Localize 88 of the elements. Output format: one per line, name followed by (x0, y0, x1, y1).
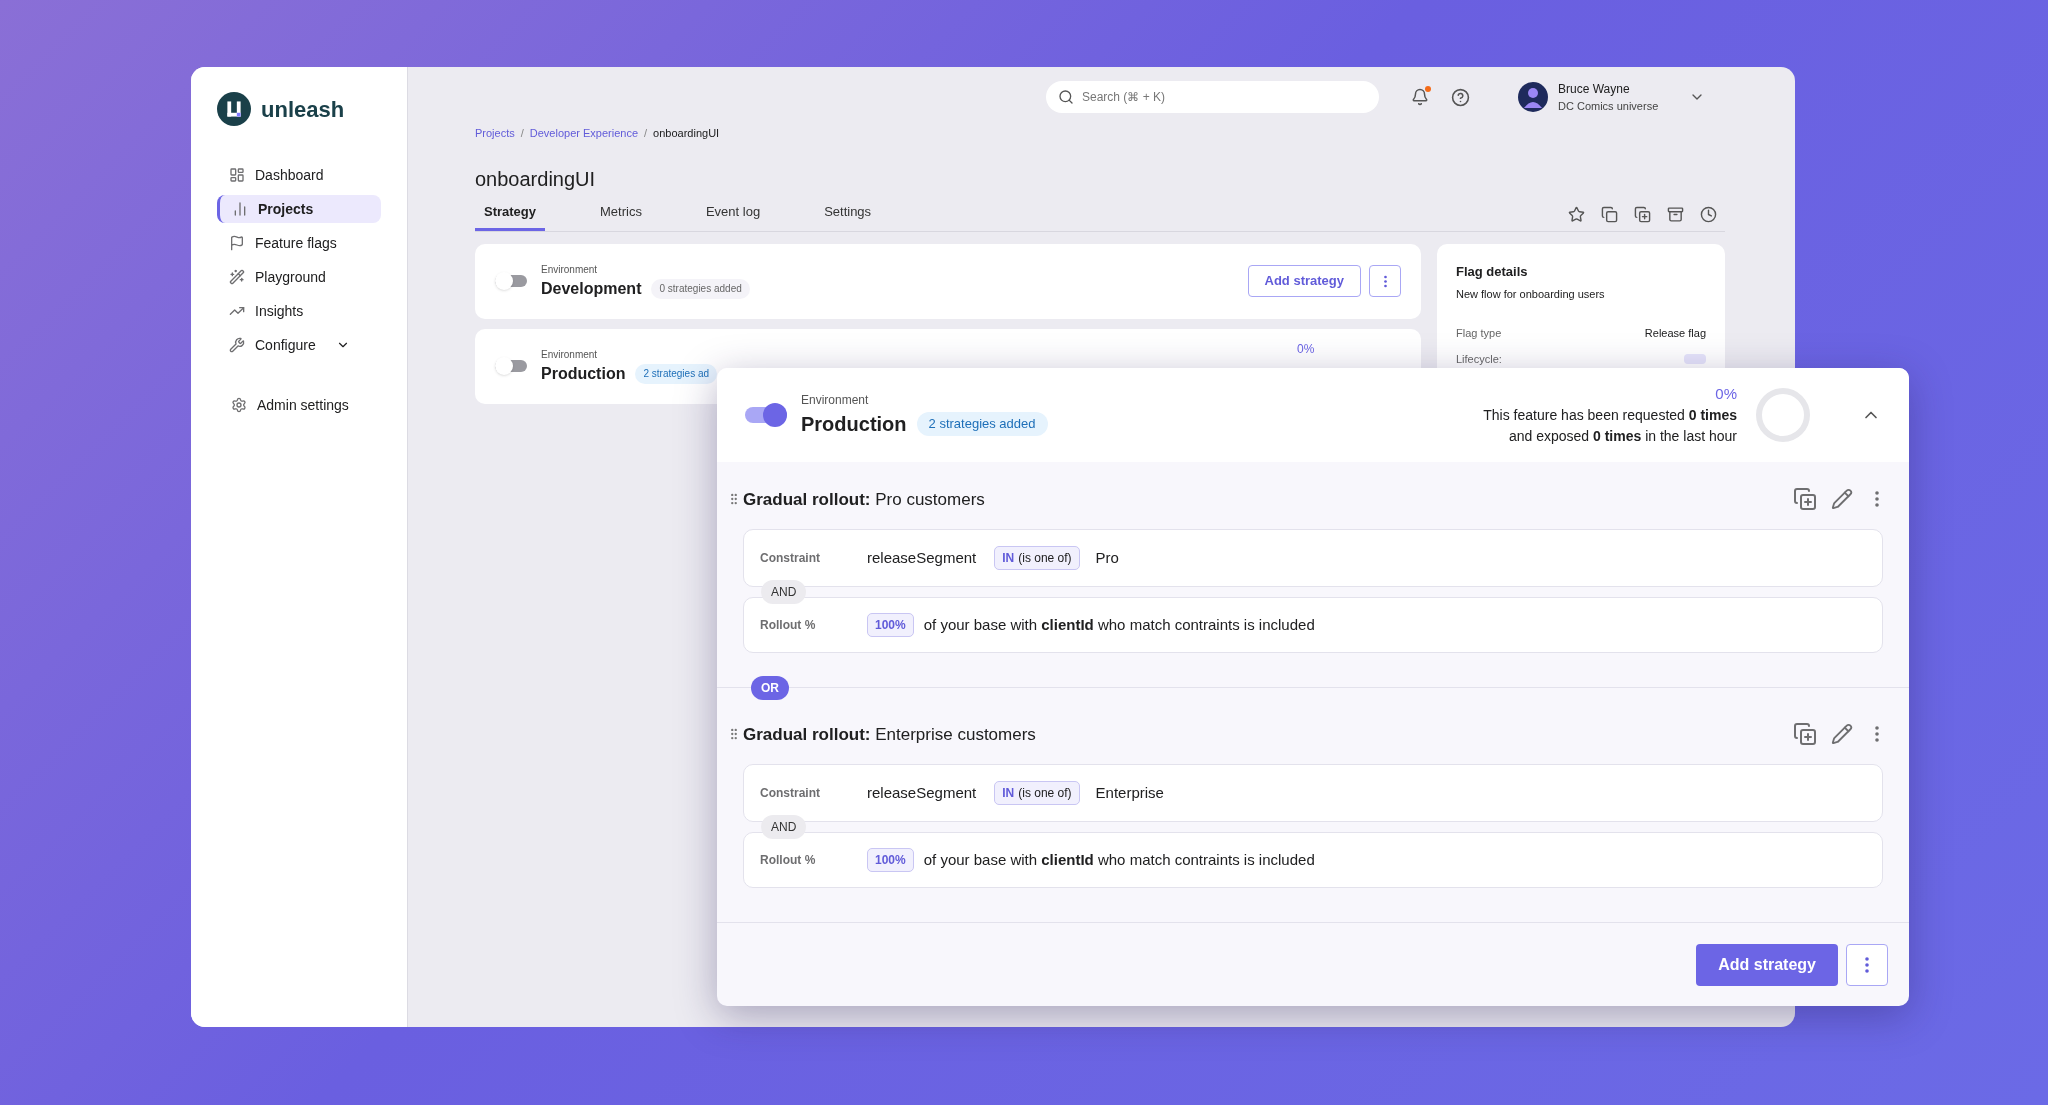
add-strategy-button[interactable]: Add strategy (1696, 943, 1838, 986)
notification-icon[interactable] (1411, 88, 1429, 106)
rollout-description: of your base with clientId who match contraints is included (923, 615, 1315, 636)
rollout-label: Rollout % (760, 852, 817, 870)
user-name: Bruce Wayne (1558, 80, 1631, 98)
environment-name: Development (541, 278, 642, 299)
strategy-title: Gradual rollout: Pro customers (743, 488, 985, 511)
detail-label: Lifecycle: (1456, 352, 1502, 367)
star-icon[interactable] (1568, 205, 1585, 223)
nav-item[interactable]: Configure (217, 331, 381, 359)
avatar-icon (1518, 82, 1548, 112)
search-field[interactable]: Search (⌘ + K) (1046, 81, 1379, 113)
search-icon (1058, 89, 1074, 105)
environment-name: Production (541, 363, 626, 384)
copy-plus-icon[interactable] (1634, 205, 1651, 223)
copy-icon[interactable] (1793, 487, 1817, 512)
detail-label: Flag type (1456, 325, 1502, 341)
request-stats: This feature has been requested 0 times and exposed 0 times in the last hour (1483, 406, 1737, 447)
and-label: AND (761, 580, 807, 605)
breadcrumb-link[interactable]: Projects (475, 125, 515, 142)
breadcrumb-separator: / (644, 126, 648, 141)
nav-item[interactable]: Playground (217, 263, 381, 291)
flag-icon (229, 235, 245, 251)
rate-label: 0% (1715, 384, 1737, 404)
wrench-icon (229, 337, 245, 353)
more-icon (1383, 274, 1387, 288)
add-strategy-button[interactable]: Add strategy (1247, 265, 1361, 297)
edit-icon[interactable] (1831, 723, 1853, 746)
constraint-label: Constraint (760, 785, 821, 803)
context-field: releaseSegment (867, 547, 977, 570)
tab[interactable]: Event log (696, 201, 770, 231)
more-icon (1865, 956, 1869, 973)
and-label: AND (761, 815, 807, 840)
environment-label: Environment (801, 392, 870, 410)
toggle-switch[interactable] (495, 356, 527, 376)
breadcrumb-link[interactable]: Developer Experience (529, 125, 639, 142)
more-icon (1875, 491, 1879, 508)
tab[interactable]: Settings (815, 201, 881, 231)
copy-icon[interactable] (1793, 722, 1817, 747)
lifecycle-icon (1684, 354, 1706, 365)
copy-icon[interactable] (1601, 205, 1618, 223)
or-label: OR (751, 676, 789, 701)
gear-icon (231, 397, 247, 413)
toggle-switch[interactable] (745, 402, 787, 429)
user-org: DC Comics universe (1558, 98, 1659, 114)
rollout-chip: 100% (867, 613, 914, 638)
tab[interactable]: Strategy (475, 201, 546, 231)
strategy-count-badge: 2 strategies added (916, 412, 1048, 437)
tab[interactable]: Metrics (591, 201, 651, 231)
page-title: onboardingUI (475, 166, 597, 192)
archive-icon[interactable] (1667, 205, 1684, 223)
help-icon[interactable] (1451, 87, 1470, 107)
bar-chart-icon (232, 201, 248, 217)
operator-chip: IN (is one of) (994, 781, 1080, 806)
nav-item[interactable]: Dashboard (217, 161, 381, 189)
nav-item[interactable]: Insights (217, 297, 381, 325)
rollout-chip: 100% (867, 848, 914, 873)
logo-icon (217, 92, 251, 126)
card-title: Flag details (1456, 262, 1529, 281)
operator-chip: IN (is one of) (994, 546, 1080, 571)
rollout-description: of your base with clientId who match contraints is included (923, 850, 1315, 871)
strategy-count-badge: 2 strategies ad (635, 363, 718, 384)
dashboard-icon (229, 167, 245, 183)
environment-label: Environment (541, 347, 599, 362)
nav-item[interactable]: Projects (217, 195, 381, 223)
environment-name: Production (801, 412, 907, 438)
constraint-value: Enterprise (1095, 783, 1164, 804)
context-field: releaseSegment (867, 782, 977, 805)
environment-label: Environment (541, 262, 599, 277)
breadcrumb-current: onboardingUI (653, 126, 720, 141)
edit-icon[interactable] (1831, 488, 1853, 511)
card-description: New flow for onboarding users (1456, 287, 1606, 302)
detail-value: Release flag (1644, 325, 1706, 341)
gauge-ring (1755, 387, 1811, 444)
rate-label: 0% (1297, 341, 1315, 358)
magic-wand-icon (229, 269, 245, 285)
constraint-label: Constraint (760, 550, 821, 568)
constraint-value: Pro (1095, 548, 1119, 569)
nav-item[interactable]: Admin settings (217, 391, 381, 419)
breadcrumb-separator: / (520, 126, 524, 141)
more-icon (1875, 726, 1879, 743)
nav-item[interactable]: Feature flags (217, 229, 381, 257)
brand-name: unleash (261, 95, 345, 124)
strategy-count-badge: 0 strategies added (651, 278, 750, 299)
clock-icon[interactable] (1700, 205, 1717, 223)
strategy-title: Gradual rollout: Enterprise customers (743, 723, 1036, 746)
rollout-label: Rollout % (760, 617, 817, 635)
toggle-switch[interactable] (495, 271, 527, 291)
